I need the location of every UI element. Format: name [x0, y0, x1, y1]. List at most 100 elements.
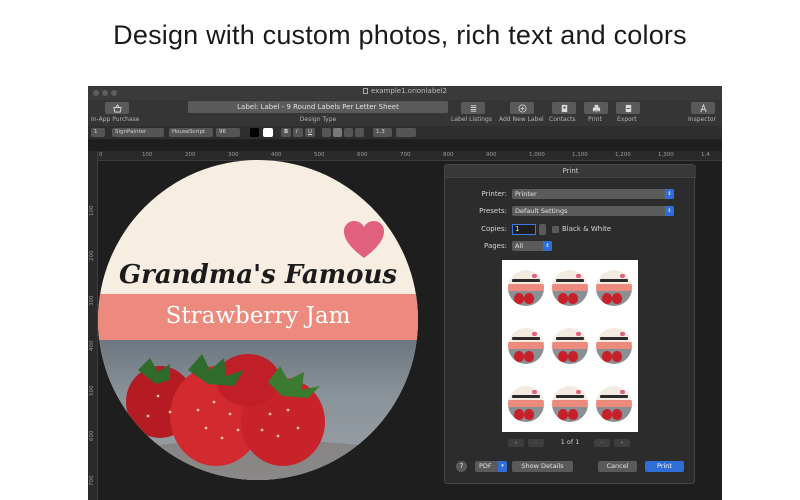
preview-label-thumb	[552, 386, 588, 422]
design-type-label: Design Type	[299, 116, 337, 123]
ruler-tick-label: 1,200	[615, 152, 631, 158]
align-justify-button[interactable]	[355, 128, 364, 137]
print-toolbar-label: Print	[588, 116, 602, 123]
last-page-button[interactable]: »	[614, 439, 630, 447]
list-icon	[470, 104, 476, 112]
promo-headline: Design with custom photos, rich text and…	[113, 20, 687, 50]
previous-page-button[interactable]: ‹	[528, 439, 544, 447]
title-bar: example1.orionlabel2	[88, 86, 722, 100]
in-app-purchase-button[interactable]	[105, 102, 129, 114]
label-listings-button[interactable]	[461, 102, 485, 114]
background-color-swatch[interactable]	[263, 128, 273, 137]
printer-select[interactable]: Printer ⇕	[512, 189, 674, 199]
ruler-tick-label: 500	[89, 385, 95, 397]
black-white-label: Black & White	[562, 225, 612, 233]
window-title: example1.orionlabel2	[88, 87, 722, 95]
export-label: Export	[617, 116, 637, 123]
chevron-updown-icon: ⇕	[665, 189, 674, 199]
ruler-tick-label: 400	[271, 152, 282, 158]
copies-label: Copies:	[481, 225, 507, 233]
page-indicator: 1 of 1	[560, 438, 580, 446]
add-new-label-label: Add New Label	[499, 116, 544, 123]
strawberry-photo[interactable]	[98, 340, 418, 480]
preview-label-thumb	[552, 270, 588, 306]
font-family-select[interactable]: SignPainter	[112, 128, 164, 137]
ruler-tick-label: 100	[89, 205, 95, 217]
contacts-button[interactable]	[552, 102, 576, 114]
ruler-tick-label: 300	[89, 295, 95, 307]
underline-button[interactable]: U	[305, 128, 315, 137]
copies-input[interactable]: 1	[512, 224, 536, 235]
chevron-updown-icon: ⇕	[543, 241, 552, 251]
label-subtitle-text[interactable]: Strawberry Jam	[98, 303, 418, 329]
next-page-button[interactable]: ›	[594, 439, 610, 447]
preview-label-thumb	[552, 328, 588, 364]
ruler-tick-label: 700	[400, 152, 411, 158]
pdf-label: PDF	[479, 462, 492, 470]
export-icon	[625, 104, 631, 112]
print-dialog: Print Printer: Printer ⇕ Presets: Defaul…	[444, 164, 696, 484]
inspector-button[interactable]	[691, 102, 715, 114]
ruler-tick-label: 900	[486, 152, 497, 158]
preview-label-thumb	[508, 386, 544, 422]
ruler-tick-label: 200	[89, 250, 95, 262]
align-left-button[interactable]	[322, 128, 331, 137]
align-center-button[interactable]	[333, 128, 342, 137]
line-spacing-select[interactable]: 1.3	[373, 128, 392, 137]
text-color-swatch[interactable]	[250, 128, 259, 137]
chevron-updown-icon: ⇕	[665, 206, 674, 216]
italic-button[interactable]: I	[293, 128, 303, 137]
preview-label-thumb	[596, 328, 632, 364]
first-page-button[interactable]: «	[508, 439, 524, 447]
export-button[interactable]	[616, 102, 640, 114]
strawberries-image	[98, 354, 418, 480]
pages-select[interactable]: All ⇕	[512, 241, 552, 251]
ruler-tick-label: 100	[142, 152, 153, 158]
font-style-select[interactable]: HouseScript	[169, 128, 213, 137]
print-button[interactable]: Print	[645, 461, 684, 472]
print-toolbar-button[interactable]	[584, 102, 608, 114]
printer-icon	[592, 104, 600, 112]
ruler-tick-label: 1,000	[529, 152, 545, 158]
pages-label: Pages:	[484, 242, 507, 250]
presets-select[interactable]: Default Settings ⇕	[512, 206, 674, 216]
ruler-tick-label: 0	[99, 152, 103, 158]
heart-icon[interactable]	[342, 220, 386, 260]
ruler-tick-label: 200	[185, 152, 196, 158]
layer-select[interactable]: 1	[91, 128, 105, 137]
printer-label: Printer:	[481, 190, 507, 198]
ruler-tick-label: 700	[89, 475, 95, 487]
ruler-top: 0 100 200 300 400 500 600 700 800 900 1,…	[98, 151, 722, 161]
ruler-tick-label: 800	[443, 152, 454, 158]
design-type-field[interactable]: Label: Label - 9 Round Labels Per Letter…	[188, 101, 448, 113]
align-right-button[interactable]	[344, 128, 353, 137]
copies-stepper[interactable]	[539, 224, 546, 235]
show-details-button[interactable]: Show Details	[512, 461, 573, 472]
label-title-text[interactable]: Grandma's Famous	[98, 260, 418, 290]
pages-select-value: All	[515, 242, 524, 250]
plus-icon	[518, 104, 526, 112]
ruler-tick-label: 1,100	[572, 152, 588, 158]
font-size-select[interactable]: 96	[216, 128, 240, 137]
black-white-checkbox[interactable]	[552, 226, 559, 233]
cancel-button[interactable]: Cancel	[598, 461, 637, 472]
in-app-purchase-label: In-App Purchase	[91, 116, 140, 123]
basket-icon	[112, 103, 122, 113]
inspector-label: Inspector	[688, 116, 716, 123]
document-icon	[362, 88, 368, 94]
presets-label: Presets:	[479, 207, 507, 215]
format-bar: 1 SignPainter HouseScript 96 B I U 1.3	[88, 126, 722, 140]
add-new-label-button[interactable]	[510, 102, 534, 114]
print-dialog-title: Print	[445, 165, 696, 178]
pdf-menu-button[interactable]: PDF ▾	[475, 461, 507, 472]
preview-label-thumb	[508, 328, 544, 364]
bold-button[interactable]: B	[281, 128, 291, 137]
label-listings-label: Label Listings	[451, 116, 492, 123]
list-style-select[interactable]	[396, 128, 416, 137]
contact-card-icon	[561, 104, 567, 112]
toolbar: In-App Purchase Label: Label - 9 Round L…	[88, 100, 722, 126]
ruler-tick-label: 1,4	[701, 152, 710, 158]
help-button[interactable]: ?	[456, 461, 467, 472]
ruler-tick-label: 600	[357, 152, 368, 158]
round-label-canvas[interactable]: Grandma's Famous Strawberry Jam	[98, 160, 418, 480]
